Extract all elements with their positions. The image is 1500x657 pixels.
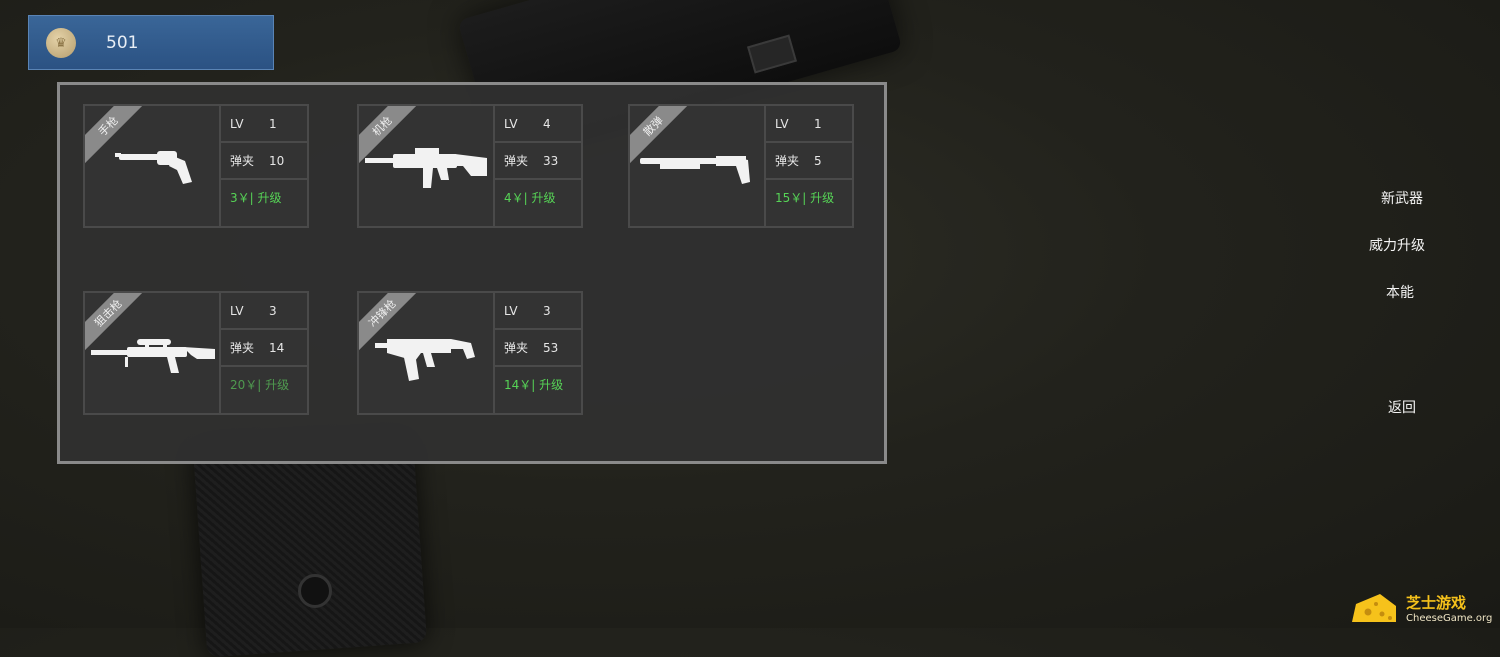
power-upgrade-button[interactable]: 威力升级: [1369, 235, 1425, 255]
level-cell: LV 4: [495, 106, 581, 143]
weapon-card-smg[interactable]: 冲锋枪 LV 3 弹夹 53 14￥| 升级: [357, 291, 583, 415]
magazine-cell: 弹夹 14: [221, 330, 307, 367]
level-cell: LV 1: [221, 106, 307, 143]
upgrade-cell: 3￥| 升级: [221, 180, 307, 215]
level-label: LV: [775, 116, 789, 131]
upgrade-cell: 20￥| 升级: [221, 367, 307, 402]
new-weapon-button[interactable]: 新武器: [1381, 188, 1423, 208]
level-label: LV: [230, 303, 244, 318]
magazine-label: 弹夹: [230, 154, 255, 168]
back-button[interactable]: 返回: [1388, 397, 1416, 417]
weapon-panel: 手枪 LV 1 弹夹 10 3￥| 升级 机枪 LV 4 弹夹 33 4￥| 升…: [57, 82, 887, 464]
magazine-label: 弹夹: [504, 154, 529, 168]
level-label: LV: [230, 116, 244, 131]
magazine-value: 14: [269, 340, 285, 355]
magazine-value: 53: [543, 340, 559, 355]
magazine-cell: 弹夹 10: [221, 143, 307, 180]
currency-bar: ♛ 501: [28, 15, 274, 70]
currency-value: 501: [106, 33, 139, 53]
level-cell: LV 3: [221, 293, 307, 330]
magazine-value: 33: [543, 153, 559, 168]
background-pistol-grip: [192, 432, 428, 657]
cheese-logo-icon: [1352, 594, 1396, 622]
level-cell: LV 1: [766, 106, 852, 143]
upgrade-cell: 4￥| 升级: [495, 180, 581, 215]
watermark-title: 芝士游戏: [1406, 594, 1467, 612]
upgrade-button[interactable]: 4￥| 升级: [504, 189, 556, 206]
instinct-button[interactable]: 本能: [1386, 282, 1414, 302]
weapon-image-box: 手枪: [85, 106, 221, 226]
magazine-value: 10: [269, 153, 285, 168]
upgrade-button[interactable]: 20￥| 升级: [230, 376, 289, 393]
shotgun-icon: [640, 156, 750, 184]
level-value: 3: [269, 303, 277, 318]
magazine-cell: 弹夹 53: [495, 330, 581, 367]
magazine-label: 弹夹: [504, 341, 529, 355]
weapon-image-box: 机枪: [359, 106, 495, 226]
revolver-icon: [115, 151, 192, 184]
level-value: 1: [814, 116, 822, 131]
weapon-image-box: 狙击枪: [85, 293, 221, 413]
magazine-cell: 弹夹 5: [766, 143, 852, 180]
level-cell: LV 3: [495, 293, 581, 330]
weapon-card-sniper[interactable]: 狙击枪 LV 3 弹夹 14 20￥| 升级: [83, 291, 309, 415]
weapon-card-shotgun[interactable]: 散弹 LV 1 弹夹 5 15￥| 升级: [628, 104, 854, 228]
level-value: 3: [543, 303, 551, 318]
upgrade-button[interactable]: 15￥| 升级: [775, 189, 834, 206]
smg-icon: [375, 339, 475, 381]
upgrade-button[interactable]: 14￥| 升级: [504, 376, 563, 393]
upgrade-cell: 14￥| 升级: [495, 367, 581, 402]
upgrade-button[interactable]: 3￥| 升级: [230, 189, 282, 206]
weapon-image-box: 散弹: [630, 106, 766, 226]
assault-rifle-icon: [365, 148, 487, 188]
level-label: LV: [504, 303, 518, 318]
magazine-label: 弹夹: [230, 341, 255, 355]
sniper-rifle-icon: [91, 339, 215, 373]
background-grip-screw: [298, 574, 332, 608]
weapon-card-machine-gun[interactable]: 机枪 LV 4 弹夹 33 4￥| 升级: [357, 104, 583, 228]
upgrade-cell: 15￥| 升级: [766, 180, 852, 215]
watermark-domain: CheeseGame.org: [1406, 613, 1493, 624]
weapon-card-pistol[interactable]: 手枪 LV 1 弹夹 10 3￥| 升级: [83, 104, 309, 228]
weapon-image-box: 冲锋枪: [359, 293, 495, 413]
level-label: LV: [504, 116, 518, 131]
crown-coin-icon: ♛: [46, 28, 76, 58]
magazine-value: 5: [814, 153, 822, 168]
level-value: 1: [269, 116, 277, 131]
level-value: 4: [543, 116, 551, 131]
magazine-cell: 弹夹 33: [495, 143, 581, 180]
magazine-label: 弹夹: [775, 154, 800, 168]
